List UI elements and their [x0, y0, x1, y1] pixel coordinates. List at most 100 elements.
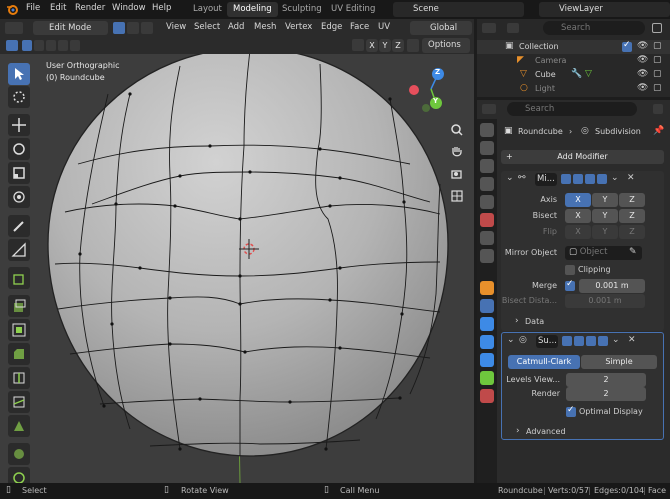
render-toggle-icon[interactable] — [598, 336, 608, 346]
dropdown-chevron-icon[interactable]: ⌄ — [612, 335, 620, 345]
menu-file[interactable]: File — [26, 3, 40, 13]
menu-uv[interactable]: UV — [378, 22, 390, 32]
wrench-icon[interactable] — [407, 39, 419, 52]
outliner-row-camera[interactable]: ◤ Camera 👁 ▢ — [477, 54, 670, 68]
extrude-tool[interactable] — [8, 295, 30, 317]
flip-axis-x[interactable]: X — [565, 225, 591, 239]
expand-chevron-icon[interactable]: › — [515, 316, 519, 326]
filter-icon[interactable] — [652, 23, 662, 33]
knife-tool[interactable] — [8, 391, 30, 413]
tab-scene-icon[interactable] — [480, 195, 494, 209]
eye-icon[interactable]: 👁 — [637, 55, 648, 65]
cage-toggle-icon[interactable] — [573, 174, 583, 184]
select-mode-extend-icon[interactable] — [34, 40, 44, 51]
outliner-editor-icon[interactable] — [482, 23, 496, 33]
bisect-axis-x[interactable]: X — [565, 209, 591, 223]
pin-icon[interactable]: 📌 — [653, 126, 664, 136]
transform-orientation-selector[interactable]: Global — [410, 21, 472, 35]
viewport-display-toggle-icon[interactable] — [586, 336, 596, 346]
mirror-axis-x[interactable]: X — [565, 193, 591, 207]
mirror-name-field[interactable]: Mi... — [535, 173, 557, 186]
tab-material-icon[interactable] — [480, 389, 494, 403]
flip-axis-z[interactable]: Z — [619, 225, 645, 239]
bisect-distance-field[interactable]: 0.001 m — [565, 294, 645, 308]
axis-y-toggle[interactable]: Y — [379, 39, 391, 52]
tab-collection-icon[interactable] — [480, 231, 494, 245]
close-icon[interactable]: ✕ — [627, 173, 635, 183]
advanced-subpanel-label[interactable]: Advanced — [526, 427, 566, 436]
menu-edit[interactable]: Edit — [50, 3, 66, 13]
tab-view-layer-icon[interactable] — [480, 177, 494, 191]
menu-face[interactable]: Face — [350, 22, 369, 32]
bisect-axis-y[interactable]: Y — [592, 209, 618, 223]
axis-x-toggle[interactable]: X — [366, 39, 378, 52]
collapse-chevron-icon[interactable]: ⌄ — [507, 335, 515, 345]
menu-vertex[interactable]: Vertex — [285, 22, 312, 32]
editor-type-icon[interactable] — [5, 22, 23, 34]
view-layer-selector[interactable]: ViewLayer — [539, 2, 670, 17]
measure-tool[interactable] — [8, 239, 30, 261]
face-select-icon[interactable] — [141, 22, 153, 34]
menu-select[interactable]: Select — [194, 22, 220, 32]
menu-add[interactable]: Add — [228, 22, 244, 32]
expand-chevron-icon[interactable]: › — [516, 426, 520, 436]
tab-object-icon[interactable] — [480, 281, 494, 295]
axis-z-toggle[interactable]: Z — [392, 39, 404, 52]
tab-texture-icon[interactable] — [480, 249, 494, 263]
bisect-axis-z[interactable]: Z — [619, 209, 645, 223]
viewport-display-toggle-icon[interactable] — [585, 174, 595, 184]
menu-help[interactable]: Help — [152, 3, 171, 13]
add-cube-tool[interactable] — [8, 267, 30, 289]
tab-constraints-icon[interactable] — [480, 353, 494, 367]
scene-selector[interactable]: Scene — [393, 2, 524, 17]
inset-tool[interactable] — [8, 319, 30, 341]
properties-search-input[interactable]: Search — [507, 102, 637, 116]
simple-button[interactable]: Simple — [581, 355, 657, 369]
loop-cut-tool[interactable] — [8, 367, 30, 389]
clipping-checkbox[interactable] — [565, 265, 575, 275]
data-subpanel-label[interactable]: Data — [525, 317, 544, 326]
annotate-tool[interactable] — [8, 215, 30, 237]
select-mode-subtract-icon[interactable] — [46, 40, 56, 51]
select-mode-new-icon[interactable] — [22, 40, 32, 51]
blender-logo-icon[interactable] — [6, 3, 18, 15]
bevel-tool[interactable] — [8, 343, 30, 365]
menu-view[interactable]: View — [166, 22, 186, 32]
camera-render-icon[interactable]: ▢ — [653, 69, 662, 79]
close-icon[interactable]: ✕ — [628, 335, 636, 345]
select-mode-intersect-icon[interactable] — [70, 40, 80, 51]
cursor-tool[interactable] — [8, 86, 30, 108]
select-box-icon[interactable] — [6, 40, 18, 51]
eyedropper-icon[interactable]: ✎ — [629, 247, 637, 257]
tab-particles-icon[interactable] — [480, 317, 494, 331]
camera-render-icon[interactable]: ▢ — [653, 83, 662, 93]
tab-output-icon[interactable] — [480, 159, 494, 173]
merge-distance-field[interactable]: 0.001 m — [579, 279, 645, 293]
render-toggle-icon[interactable] — [597, 174, 607, 184]
tab-sculpting[interactable]: Sculpting — [276, 2, 328, 17]
add-modifier-button[interactable]: + Add Modifier — [501, 150, 664, 164]
mirror-axis-z[interactable]: Z — [619, 193, 645, 207]
menu-mesh[interactable]: Mesh — [254, 22, 276, 32]
mode-selector[interactable]: Edit Mode — [33, 21, 108, 35]
rotate-tool[interactable] — [8, 138, 30, 160]
merge-checkbox[interactable] — [565, 279, 575, 291]
edge-select-icon[interactable] — [127, 22, 139, 34]
tab-layout[interactable]: Layout — [187, 2, 228, 17]
tab-modifiers-icon[interactable] — [480, 299, 494, 313]
properties-editor-icon[interactable] — [482, 104, 496, 114]
eye-icon[interactable]: 👁 — [637, 41, 648, 51]
perspective-grid-icon[interactable] — [447, 186, 467, 206]
outliner-search-input[interactable]: Search — [543, 21, 645, 35]
select-mode-invert-icon[interactable] — [58, 40, 68, 51]
flip-axis-y[interactable]: Y — [592, 225, 618, 239]
outliner-row-cube[interactable]: ▽ Cube 🔧 ▽ 👁 ▢ — [477, 68, 670, 82]
tab-modeling[interactable]: Modeling — [227, 2, 278, 17]
collection-include-checkbox[interactable] — [622, 40, 632, 52]
camera-view-icon[interactable] — [447, 164, 467, 184]
tab-world-icon[interactable] — [480, 213, 494, 227]
move-tool[interactable] — [8, 114, 30, 136]
tab-render-icon[interactable] — [480, 141, 494, 155]
tab-physics-icon[interactable] — [480, 335, 494, 349]
pan-hand-icon[interactable] — [447, 142, 467, 162]
